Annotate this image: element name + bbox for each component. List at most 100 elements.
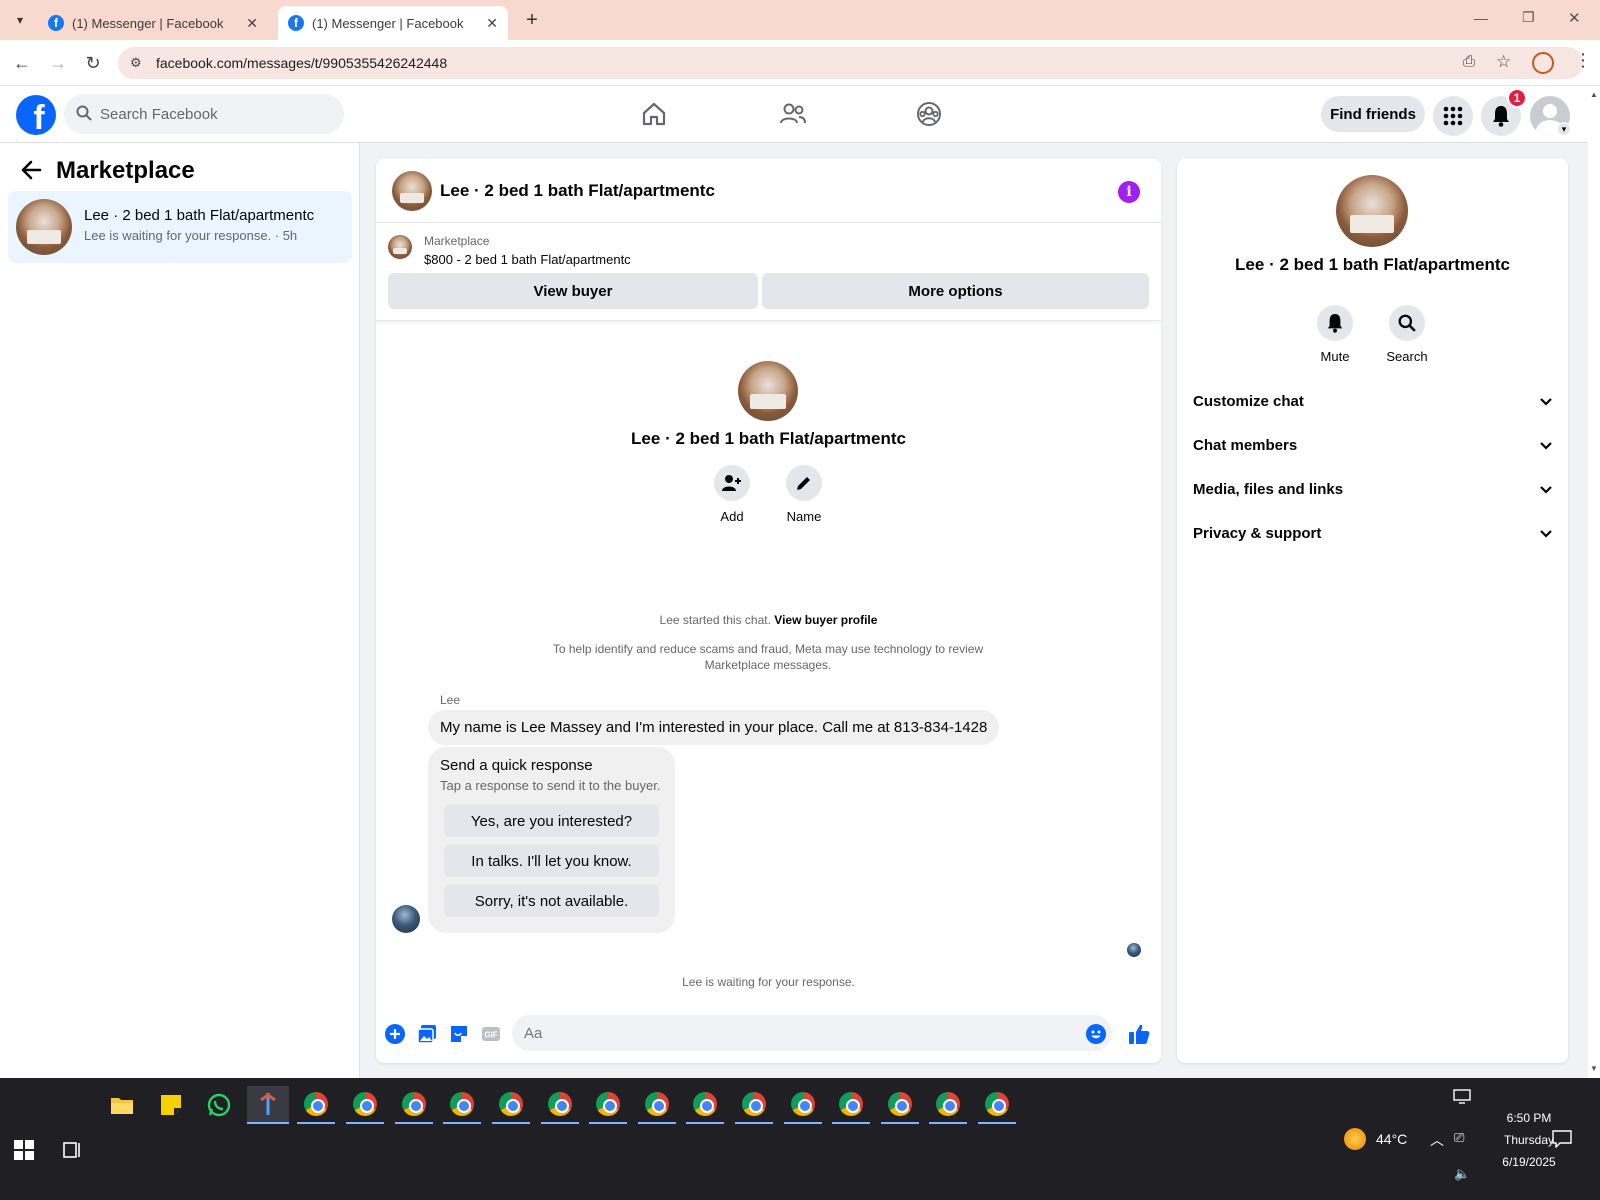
notification-center-icon[interactable] [1552,1130,1572,1148]
chrome-profile-icon[interactable] [589,1086,627,1124]
quick-response-button[interactable]: Yes, are you interested? [444,805,659,837]
conversation-item[interactable]: Lee · 2 bed 1 bath Flat/apartmentc Lee i… [8,191,352,263]
whatsapp-icon[interactable] [200,1086,238,1124]
chat-avatar[interactable] [392,171,432,211]
chrome-profile-icon[interactable] [395,1086,433,1124]
url-bar[interactable]: ⚙ facebook.com/messages/t/99053554262424… [118,47,1583,79]
section-label: Media, files and links [1193,480,1344,498]
bookmark-star-icon[interactable]: ☆ [1496,52,1511,72]
back-icon[interactable]: ← [12,53,32,73]
view-buyer-profile-link[interactable]: View buyer profile [774,613,877,627]
emoji-icon[interactable] [1085,1023,1107,1045]
chrome-profile-icon[interactable] [881,1086,919,1124]
waiting-status: Lee is waiting for your response. [682,975,855,989]
notification-badge: 1 [1507,88,1527,108]
install-app-icon[interactable]: ⎙ [1463,53,1475,70]
message-input[interactable] [512,1015,1112,1051]
clock-time[interactable]: 6:50 PM [1490,1111,1568,1125]
gif-icon[interactable]: GIF [480,1023,502,1045]
close-window-icon[interactable]: ✕ [1568,9,1581,27]
clock-date[interactable]: 6/19/2025 [1490,1155,1568,1169]
profile-avatar [738,361,798,421]
scroll-down-icon[interactable]: ▼ [1590,1064,1598,1073]
sticker-icon[interactable] [448,1023,470,1045]
view-buyer-button[interactable]: View buyer [388,273,758,309]
facebook-favicon-icon: f [48,15,64,31]
profile-name: Lee · 2 bed 1 bath Flat/apartmentc [631,429,906,448]
panel-title: Marketplace [56,157,195,184]
tab-messenger-1[interactable]: f (1) Messenger | Facebook ✕ [38,6,268,40]
chat-panel: Lee · 2 bed 1 bath Flat/apartmentc i Mar… [376,159,1161,1063]
show-hidden-icons-chevron-icon[interactable]: ︿ [1430,1130,1444,1150]
restore-icon[interactable]: ❐ [1522,9,1535,26]
site-info-icon[interactable]: ⚙ [130,55,142,71]
search-conversation-button[interactable]: Search [1377,305,1437,364]
camera-icon[interactable]: ⎚ [1454,1130,1464,1146]
reload-icon[interactable]: ↻ [83,53,103,73]
new-tab-icon[interactable]: + [520,8,544,32]
close-tab-icon[interactable]: ✕ [486,15,498,32]
groups-icon[interactable] [911,96,947,132]
account-chevron-icon[interactable]: ▾ [1557,122,1571,136]
chrome-profile-icon[interactable] [686,1086,724,1124]
menu-grid-icon[interactable] [1433,96,1473,136]
task-view-icon[interactable] [62,1140,82,1160]
weather-icon[interactable] [1344,1128,1366,1150]
quick-response-button[interactable]: Sorry, it's not available. [444,885,659,917]
chrome-profile-icon[interactable] [492,1086,530,1124]
active-app-icon[interactable] [247,1086,289,1124]
facebook-search-box[interactable]: Search Facebook [64,94,344,134]
bell-icon [1317,305,1353,341]
tab-search-dropdown-icon[interactable]: ▾ [10,10,30,30]
listing-price[interactable]: $800 - 2 bed 1 bath Flat/apartmentc [424,252,631,267]
info-icon[interactable]: i [1118,181,1140,203]
browser-menu-icon[interactable]: ⋮ [1574,50,1592,71]
privacy-support-section[interactable]: Privacy & support [1193,513,1553,553]
profile-icon[interactable] [1532,52,1554,74]
temperature[interactable]: 44°C [1376,1131,1407,1147]
quick-response-button[interactable]: In talks. I'll let you know. [444,845,659,877]
chrome-profile-icon[interactable] [638,1086,676,1124]
file-explorer-icon[interactable] [103,1086,141,1124]
windows-start-icon[interactable] [14,1140,34,1160]
scroll-up-icon[interactable]: ▲ [1590,90,1598,99]
close-tab-icon[interactable]: ✕ [246,15,258,32]
facebook-logo-icon[interactable]: f [16,95,56,135]
minimize-icon[interactable]: — [1474,10,1488,26]
listing-thumbnail [388,235,412,259]
more-options-button[interactable]: More options [762,273,1149,309]
chat-members-section[interactable]: Chat members [1193,425,1553,465]
chat-title[interactable]: Lee · 2 bed 1 bath Flat/apartmentc [440,181,715,201]
forward-icon[interactable]: → [48,53,68,73]
add-person-icon [714,465,750,501]
plus-circle-icon[interactable] [384,1023,406,1045]
friends-icon[interactable] [775,96,811,132]
info-avatar [1336,175,1408,247]
chrome-profile-icon[interactable] [541,1086,579,1124]
chrome-profile-icon[interactable] [346,1086,384,1124]
photo-icon[interactable] [416,1023,438,1045]
chrome-profile-icon[interactable] [832,1086,870,1124]
chrome-profile-icon[interactable] [297,1086,335,1124]
add-people-button[interactable]: Add [702,465,762,524]
chrome-profile-icon[interactable] [735,1086,773,1124]
chrome-profile-icon[interactable] [929,1086,967,1124]
message-bubble[interactable]: My name is Lee Massey and I'm interested… [428,710,1000,745]
tab-messenger-2[interactable]: f (1) Messenger | Facebook ✕ [278,6,508,40]
home-icon[interactable] [636,96,672,132]
chrome-profile-icon[interactable] [784,1086,822,1124]
network-icon[interactable] [1453,1088,1471,1104]
name-chat-button[interactable]: Name [774,465,834,524]
chrome-profile-icon[interactable] [978,1086,1016,1124]
thumbs-up-icon[interactable] [1128,1023,1150,1045]
sticky-notes-icon[interactable] [152,1086,190,1124]
mute-button[interactable]: Mute [1305,305,1365,364]
back-arrow-icon[interactable] [20,159,42,181]
chrome-profile-icon[interactable] [443,1086,481,1124]
customize-chat-section[interactable]: Customize chat [1193,381,1553,421]
sender-avatar[interactable] [392,905,420,933]
find-friends-button[interactable]: Find friends [1321,96,1425,132]
page-scrollbar[interactable]: ▲ ▼ [1588,86,1600,1078]
media-files-links-section[interactable]: Media, files and links [1193,469,1553,509]
speaker-icon[interactable]: 🔈 [1454,1166,1470,1182]
